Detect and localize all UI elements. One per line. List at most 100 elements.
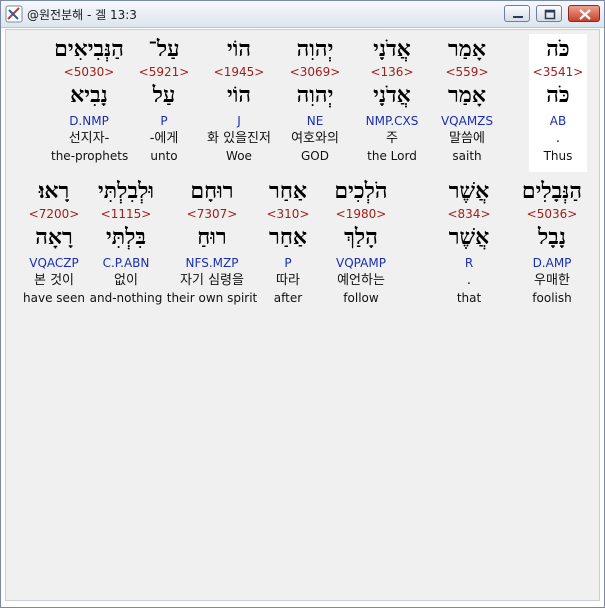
strong-number[interactable]: <1115> xyxy=(88,207,164,221)
word-cell[interactable]: וּלְבִלְתִּי <1115> בִּלְתִּי C.P.ABN 없이 and-… xyxy=(88,176,164,310)
word-cell[interactable]: הוֹי <1945> הוֹי J 화 있을진저 Woe xyxy=(201,34,277,172)
hebrew-word: רוּחָם xyxy=(190,178,234,204)
hebrew-lemma: אֲדֹנָי xyxy=(373,82,411,108)
morphology-code: VQPAMP xyxy=(336,256,386,270)
strong-number[interactable]: <3069> xyxy=(277,65,353,79)
strong-number[interactable]: <3541> xyxy=(529,65,587,79)
hebrew-lemma: אֲשֶׁר xyxy=(448,224,490,250)
english-gloss: the Lord xyxy=(367,149,417,163)
english-gloss: GOD xyxy=(301,149,329,163)
korean-gloss: 예언하는 xyxy=(337,273,385,288)
korean-gloss: 선지자- xyxy=(68,131,110,146)
morphology-code: D.NMP xyxy=(69,114,109,128)
morphology-code: VQAMZS xyxy=(440,114,494,128)
window-title: @원전분해 - 겔 13:3 xyxy=(27,8,137,22)
korean-gloss: 자기 심령을 xyxy=(180,273,244,288)
hebrew-word: כֹּה xyxy=(546,36,570,62)
korean-gloss: 우매한 xyxy=(534,273,570,288)
korean-gloss: 본 것이 xyxy=(33,273,74,288)
word-cell[interactable]: הַנְּבָלִים <5036> נָבָל D.AMP 우매한 foolish xyxy=(514,176,590,310)
morphology-code: NE xyxy=(306,114,324,128)
morphology-code: NMP.CXS xyxy=(365,114,419,128)
hebrew-lemma: יְהוִה xyxy=(296,82,334,108)
english-gloss: and-nothing xyxy=(89,291,163,305)
korean-gloss: . xyxy=(555,131,561,146)
morphology-code: C.P.ABN xyxy=(102,256,150,270)
hebrew-word: הֹלְכִים xyxy=(334,178,388,204)
strong-number[interactable]: <136> xyxy=(354,65,430,79)
word-cell[interactable]: רוּחָם <7307> רוּחַ NFS.MZP 자기 심령을 their own … xyxy=(162,176,262,310)
strong-number[interactable]: <834> xyxy=(431,207,507,221)
maximize-button[interactable] xyxy=(536,5,562,22)
close-icon xyxy=(579,9,591,20)
word-cell[interactable]: יְהוִה <3069> יְהוִה NE 여호와의 GOD xyxy=(277,34,353,172)
hebrew-lemma: נָבָל xyxy=(537,224,567,250)
morphology-code: VQACZP xyxy=(29,256,79,270)
interlinear-panel[interactable]: הַנְּבִיאִים <5030> נָבִיא D.NMP 선지자-the-pro… xyxy=(5,29,600,601)
english-gloss: that xyxy=(456,291,482,305)
hebrew-lemma: רָאָה xyxy=(35,224,73,250)
app-window: @원전분해 - 겔 13:3 הַנְּבִיאִים <5030> נָבִיא D… xyxy=(0,0,605,608)
app-icon[interactable] xyxy=(5,5,23,23)
english-gloss: their own spirit xyxy=(166,291,258,305)
word-cell[interactable]: אַחַר <310> אַחַר P 따라 after xyxy=(258,176,318,310)
minimize-icon xyxy=(513,16,523,18)
korean-gloss: 없이 xyxy=(114,273,138,288)
korean-gloss: -에게 xyxy=(149,131,179,146)
korean-gloss: 주 xyxy=(386,131,398,146)
hebrew-word: אַחַר xyxy=(269,178,307,204)
english-gloss: Woe xyxy=(226,149,252,163)
hebrew-word: וּלְבִלְתִּי xyxy=(98,178,154,204)
close-button[interactable] xyxy=(568,5,600,22)
english-gloss: saith xyxy=(452,149,482,163)
word-cell[interactable]: אֲשֶׁר <834> אֲשֶׁר R. that xyxy=(431,176,507,310)
hebrew-word: עַל־ xyxy=(148,36,180,62)
strong-number[interactable]: <7200> xyxy=(16,207,92,221)
word-cell[interactable]: רָאוּ׃ <7200> רָאָה VQACZP 본 것이 have seen xyxy=(16,176,92,310)
strong-number[interactable]: <5921> xyxy=(126,65,202,79)
strong-number[interactable]: <7307> xyxy=(162,207,262,221)
hebrew-lemma: הָלַךְ xyxy=(344,224,378,250)
hebrew-word: יְהוִה xyxy=(296,36,334,62)
strong-number[interactable]: <559> xyxy=(429,65,505,79)
hebrew-lemma: אָמַר xyxy=(448,82,486,108)
word-cell[interactable]: הֹלְכִים <1980> הָלַךְ VQPAMP 예언하는 follow xyxy=(321,176,401,310)
word-cell[interactable]: כֹּה <3541> כֹּה AB. Thus xyxy=(529,34,587,172)
english-gloss: follow xyxy=(343,291,379,305)
word-cell[interactable]: עַל־ <5921> עַל P -에게 unto xyxy=(126,34,202,172)
title-bar[interactable]: @원전분해 - 겔 13:3 xyxy=(1,1,604,28)
english-gloss: the-prophets xyxy=(51,149,129,163)
hebrew-lemma: נָבִיא xyxy=(70,82,108,108)
word-cell[interactable]: אֲדֹנָי <136> אֲדֹנָי NMP.CXS 주 the Lord xyxy=(354,34,430,172)
hebrew-word: אָמַר xyxy=(448,36,486,62)
hebrew-word: הוֹי xyxy=(226,36,252,62)
minimize-button[interactable] xyxy=(504,5,530,22)
korean-gloss: 여호와의 xyxy=(291,131,339,146)
word-cell[interactable]: הַנְּבִיאִים <5030> נָבִיא D.NMP 선지자-the-pro… xyxy=(51,34,129,172)
word-cell[interactable]: אָמַר <559> אָמַר VQAMZS 말씀에 saith xyxy=(429,34,505,172)
strong-number[interactable]: <1980> xyxy=(321,207,401,221)
hebrew-lemma: הוֹי xyxy=(226,82,252,108)
english-gloss: unto xyxy=(150,149,178,163)
strong-number[interactable]: <5030> xyxy=(51,65,127,79)
hebrew-lemma: כֹּה xyxy=(546,82,570,108)
hebrew-lemma: אַחַר xyxy=(269,224,307,250)
strong-number[interactable]: <310> xyxy=(258,207,318,221)
english-gloss: have seen xyxy=(23,291,85,305)
english-gloss: Thus xyxy=(543,149,573,163)
korean-gloss: 따라 xyxy=(276,273,300,288)
maximize-icon xyxy=(544,9,556,20)
hebrew-word: הַנְּבִיאִים xyxy=(54,36,124,62)
hebrew-lemma: רוּחַ xyxy=(197,224,227,250)
morphology-code: D.AMP xyxy=(532,256,572,270)
korean-gloss: 말씀에 xyxy=(449,131,485,146)
korean-gloss: . xyxy=(466,273,472,288)
morphology-code: R xyxy=(464,256,474,270)
morphology-code: AB xyxy=(549,114,567,128)
english-gloss: after xyxy=(273,291,303,305)
hebrew-lemma: עַל xyxy=(152,82,176,108)
strong-number[interactable]: <1945> xyxy=(201,65,277,79)
morphology-code: NFS.MZP xyxy=(185,256,239,270)
strong-number[interactable]: <5036> xyxy=(514,207,590,221)
hebrew-word: אֲדֹנָי xyxy=(373,36,411,62)
